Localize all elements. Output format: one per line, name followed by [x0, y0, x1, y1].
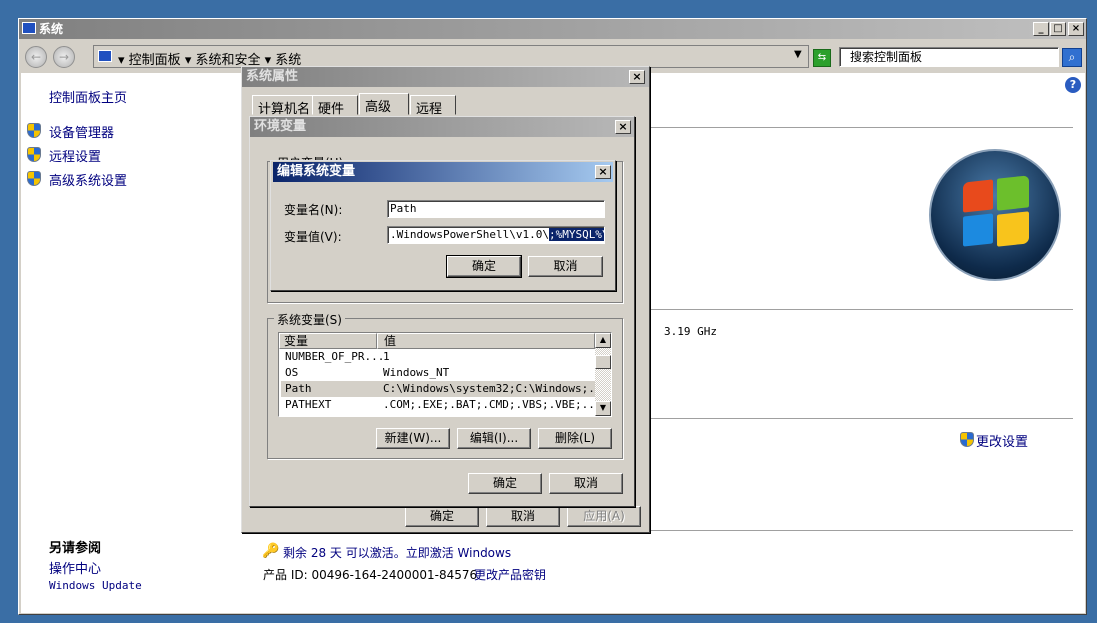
sidebar-item-remote[interactable]: 远程设置	[49, 146, 101, 165]
new-variable-button[interactable]: 新建(W)...	[376, 428, 450, 449]
see-also-heading: 另请参阅	[49, 541, 102, 556]
variable-value: 1	[383, 350, 390, 363]
address-bar[interactable]: ▾ 控制面板 ▾ 系统和安全 ▾ 系统 ▼	[93, 45, 809, 68]
edit-variable-button[interactable]: 编辑(I)...	[457, 428, 531, 449]
computer-icon	[98, 50, 112, 62]
minimize-button[interactable]: _	[1033, 22, 1049, 36]
shield-icon	[27, 171, 41, 186]
variable-value-label: 变量值(V):	[284, 230, 342, 244]
variable-value-input[interactable]: .WindowsPowerShell\v1.0\;%MYSQL%\bin	[387, 226, 605, 244]
product-id: 产品 ID: 00496-164-2400001-84576	[263, 568, 478, 582]
variable-name: PATHEXT	[285, 398, 332, 411]
sidebar-item-device-manager[interactable]: 设备管理器	[49, 122, 114, 141]
key-icon: 🔑	[262, 543, 280, 559]
scroll-thumb[interactable]	[595, 355, 611, 369]
action-center-link[interactable]: 操作中心	[49, 558, 101, 577]
variable-value: .COM;.EXE;.BAT;.CMD;.VBS;.VBE;....	[383, 398, 609, 411]
sidebar-item-advanced[interactable]: 高级系统设置	[49, 170, 127, 189]
change-settings-link[interactable]: 更改设置	[976, 431, 1028, 450]
table-row[interactable]: Path C:\Windows\system32;C:\Windows;...	[281, 381, 608, 397]
variable-name: NUMBER_OF_PR...	[285, 350, 385, 363]
ok-button[interactable]: 确定	[446, 255, 522, 278]
variable-name-input[interactable]: Path	[387, 200, 605, 218]
tab-computer-name[interactable]: 计算机名	[252, 95, 317, 117]
refresh-icon[interactable]: ⇆	[813, 49, 831, 67]
tab-remote[interactable]: 远程	[410, 95, 456, 117]
variable-name: OS	[285, 366, 299, 379]
tab-hardware[interactable]: 硬件	[312, 95, 358, 117]
change-product-key-link[interactable]: 更改产品密钥	[474, 566, 546, 583]
divider	[651, 418, 1073, 419]
column-header-value[interactable]: 值	[377, 333, 595, 349]
delete-variable-button[interactable]: 删除(L)	[538, 428, 612, 449]
forward-button[interactable]: →	[53, 46, 75, 68]
apply-button: 应用(A)	[567, 506, 641, 527]
variable-name-label: 变量名(N):	[284, 203, 343, 217]
window-title: 系统	[39, 22, 64, 36]
divider	[651, 309, 1073, 310]
edit-system-variable-dialog: 编辑系统变量 × 变量名(N): Path 变量值(V): .WindowsPo…	[270, 160, 616, 291]
address-dropdown-icon[interactable]: ▼	[794, 49, 802, 60]
ok-button[interactable]: 确定	[405, 506, 479, 527]
shield-icon	[27, 147, 41, 162]
scroll-up-icon[interactable]: ▲	[595, 333, 611, 348]
shield-icon	[960, 432, 974, 447]
cancel-button[interactable]: 取消	[549, 473, 623, 494]
close-button[interactable]: ×	[615, 120, 631, 134]
divider	[651, 127, 1073, 128]
cpu-speed: 3.19 GHz	[664, 325, 717, 338]
dialog-title: 编辑系统变量	[273, 162, 613, 182]
cancel-button[interactable]: 取消	[528, 256, 603, 277]
dialog-title: 环境变量	[250, 117, 634, 137]
window-titlebar: 系统	[19, 19, 1086, 39]
value-text: .WindowsPowerShell\v1.0\	[390, 228, 549, 241]
scrollbar[interactable]: ▲ ▼	[595, 333, 611, 416]
close-button[interactable]: ×	[629, 70, 645, 84]
column-header-variable[interactable]: 变量	[279, 333, 377, 349]
table-row[interactable]: NUMBER_OF_PR... 1	[281, 349, 595, 365]
sidebar-home-link[interactable]: 控制面板主页	[49, 87, 127, 106]
selected-text: ;%MYSQL%\bin	[548, 228, 604, 241]
scroll-down-icon[interactable]: ▼	[595, 401, 611, 416]
computer-icon	[22, 22, 36, 34]
system-variables-list[interactable]: 变量 值 NUMBER_OF_PR... 1 OS Windows_NT Path C:\…	[278, 332, 612, 417]
close-button[interactable]: ×	[1068, 22, 1084, 36]
group-label: 系统变量(S)	[274, 311, 345, 328]
search-input[interactable]: 搜索控制面板	[839, 47, 1059, 67]
variable-value: Windows_NT	[383, 366, 450, 379]
ok-button[interactable]: 确定	[468, 473, 542, 494]
back-button[interactable]: ←	[25, 46, 47, 68]
windows-update-link[interactable]: Windows Update	[49, 579, 142, 592]
windows-logo	[929, 149, 1061, 281]
variable-value: C:\Windows\system32;C:\Windows;...	[383, 382, 609, 395]
dialog-title: 系统属性	[242, 67, 649, 87]
activate-windows-link[interactable]: 剩余 28 天 可以激活。立即激活 Windows	[283, 544, 511, 561]
tab-advanced[interactable]: 高级	[359, 93, 409, 115]
cancel-button[interactable]: 取消	[486, 506, 560, 527]
table-row[interactable]: OS Windows_NT	[281, 365, 595, 381]
crumb-control-panel[interactable]: 控制面板	[129, 53, 181, 68]
table-row[interactable]: PATHEXT .COM;.EXE;.BAT;.CMD;.VBS;.VBE;...…	[281, 397, 608, 413]
variable-name: Path	[285, 382, 312, 395]
help-icon[interactable]: ?	[1065, 77, 1081, 93]
maximize-button[interactable]: □	[1050, 22, 1066, 36]
shield-icon	[27, 123, 41, 138]
search-icon[interactable]: ⌕	[1062, 48, 1082, 67]
close-button[interactable]: ×	[595, 165, 611, 179]
